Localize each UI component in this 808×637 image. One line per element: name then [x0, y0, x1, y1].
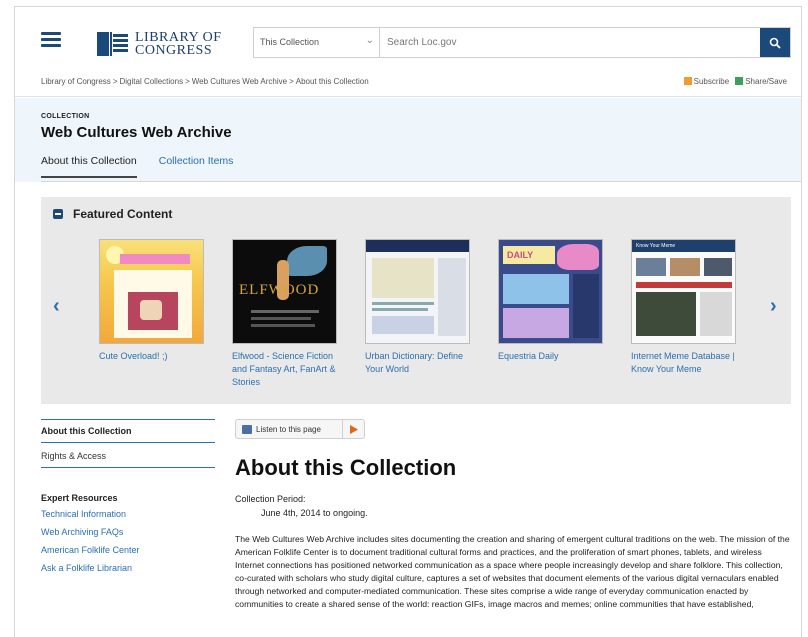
equestria-daily-thumbnail[interactable]: DAILY — [498, 239, 603, 344]
subscribe-link[interactable]: Subscribe — [683, 77, 730, 86]
elfwood-logo-text: ELFWOOD — [239, 282, 320, 298]
logo-line-2: CONGRESS — [135, 43, 213, 58]
featured-caption[interactable]: Cute Overload! ;) — [99, 350, 204, 363]
featured-caption[interactable]: Equestria Daily — [498, 350, 603, 363]
share-link[interactable]: Share/Save — [735, 77, 787, 86]
search-scope-value: This Collection — [260, 37, 320, 47]
search-input[interactable]: Search Loc.gov — [380, 28, 760, 57]
sidebar-link-ask-librarian[interactable]: Ask a Folklife Librarian — [41, 563, 132, 573]
rss-icon — [683, 77, 692, 85]
sidebar-link-technical-information[interactable]: Technical Information — [41, 509, 126, 519]
sidebar-rule — [41, 467, 215, 468]
featured-card[interactable]: Urban Dictionary: Define Your World — [365, 239, 470, 376]
featured-card[interactable]: Know Your Meme Internet Meme Database | … — [631, 239, 736, 376]
search-bar: This Collection ⌄ Search Loc.gov — [253, 27, 791, 58]
cute-overload-thumbnail[interactable] — [99, 239, 204, 344]
breadcrumb-current: About this Collection — [295, 77, 369, 86]
collapse-icon[interactable] — [53, 209, 63, 219]
share-icon — [735, 77, 744, 85]
sidebar-link-web-archiving-faqs[interactable]: Web Archiving FAQs — [41, 527, 123, 537]
carousel-prev-icon[interactable]: ‹ — [53, 295, 60, 318]
sidebar-link-american-folklife-center[interactable]: American Folklife Center — [41, 545, 140, 555]
breadcrumb: Library of Congress > Digital Collections >… — [41, 77, 369, 86]
collection-period-value: June 4th, 2014 to ongoing. — [261, 508, 368, 518]
elfwood-thumbnail[interactable]: ELFWOOD — [232, 239, 337, 344]
page-frame: LIBRARY OF CONGRESS This Collection ⌄ Se… — [14, 6, 802, 637]
sidebar-rule — [41, 442, 215, 443]
know-your-meme-thumbnail[interactable]: Know Your Meme — [631, 239, 736, 344]
page-actions: Subscribe Share/Save — [683, 77, 787, 86]
collection-period-label: Collection Period: — [235, 494, 306, 504]
featured-card[interactable]: DAILY Equestria Daily — [498, 239, 603, 363]
featured-heading[interactable]: Featured Content — [53, 207, 172, 221]
library-book-icon — [97, 30, 129, 58]
collection-title: Web Cultures Web Archive — [41, 124, 232, 141]
breadcrumb-link[interactable]: Digital Collections — [119, 77, 183, 86]
listen-button[interactable]: Listen to this page — [235, 419, 365, 439]
share-label: Share/Save — [745, 77, 787, 86]
chevron-down-icon: ⌄ — [365, 35, 374, 46]
loc-logo[interactable]: LIBRARY OF CONGRESS — [97, 27, 237, 61]
tab-collection-items[interactable]: Collection Items — [159, 155, 234, 178]
breadcrumb-link[interactable]: Library of Congress — [41, 77, 111, 86]
featured-caption[interactable]: Urban Dictionary: Define Your World — [365, 350, 470, 376]
divider — [41, 181, 801, 182]
search-icon — [769, 37, 781, 49]
expert-resources-heading: Expert Resources — [41, 493, 118, 503]
page-title: About this Collection — [235, 455, 457, 480]
search-scope-select[interactable]: This Collection ⌄ — [254, 28, 380, 57]
kym-header-text: Know Your Meme — [632, 240, 735, 252]
logo-text: LIBRARY OF CONGRESS — [135, 31, 222, 58]
subscribe-label: Subscribe — [693, 77, 730, 86]
sidebar-rule — [41, 419, 215, 420]
listen-label: Listen to this page — [256, 424, 321, 434]
sidebar-item-about[interactable]: About this Collection — [41, 426, 215, 436]
menu-icon[interactable] — [41, 32, 61, 48]
featured-caption[interactable]: Internet Meme Database | Know Your Meme — [631, 350, 736, 376]
play-icon[interactable] — [342, 420, 364, 438]
sidebar-item-rights[interactable]: Rights & Access — [41, 451, 215, 461]
collection-description: The Web Cultures Web Archive includes si… — [235, 534, 790, 609]
equestria-logo-text: DAILY — [503, 246, 555, 264]
urban-dictionary-thumbnail[interactable] — [365, 239, 470, 344]
collection-tabs: About this Collection Collection Items — [41, 155, 255, 178]
breadcrumb-link[interactable]: Web Cultures Web Archive — [192, 77, 287, 86]
search-button[interactable] — [760, 28, 790, 57]
tab-about[interactable]: About this Collection — [41, 155, 137, 178]
featured-card[interactable]: ELFWOOD Elfwood - Science Fiction and Fa… — [232, 239, 337, 389]
featured-title: Featured Content — [73, 207, 173, 221]
speaker-icon — [242, 424, 252, 434]
collection-eyebrow: COLLECTION — [41, 113, 90, 120]
carousel-next-icon[interactable]: › — [770, 295, 777, 318]
featured-card[interactable]: Cute Overload! ;) — [99, 239, 204, 363]
featured-caption[interactable]: Elfwood - Science Fiction and Fantasy Ar… — [232, 350, 337, 389]
